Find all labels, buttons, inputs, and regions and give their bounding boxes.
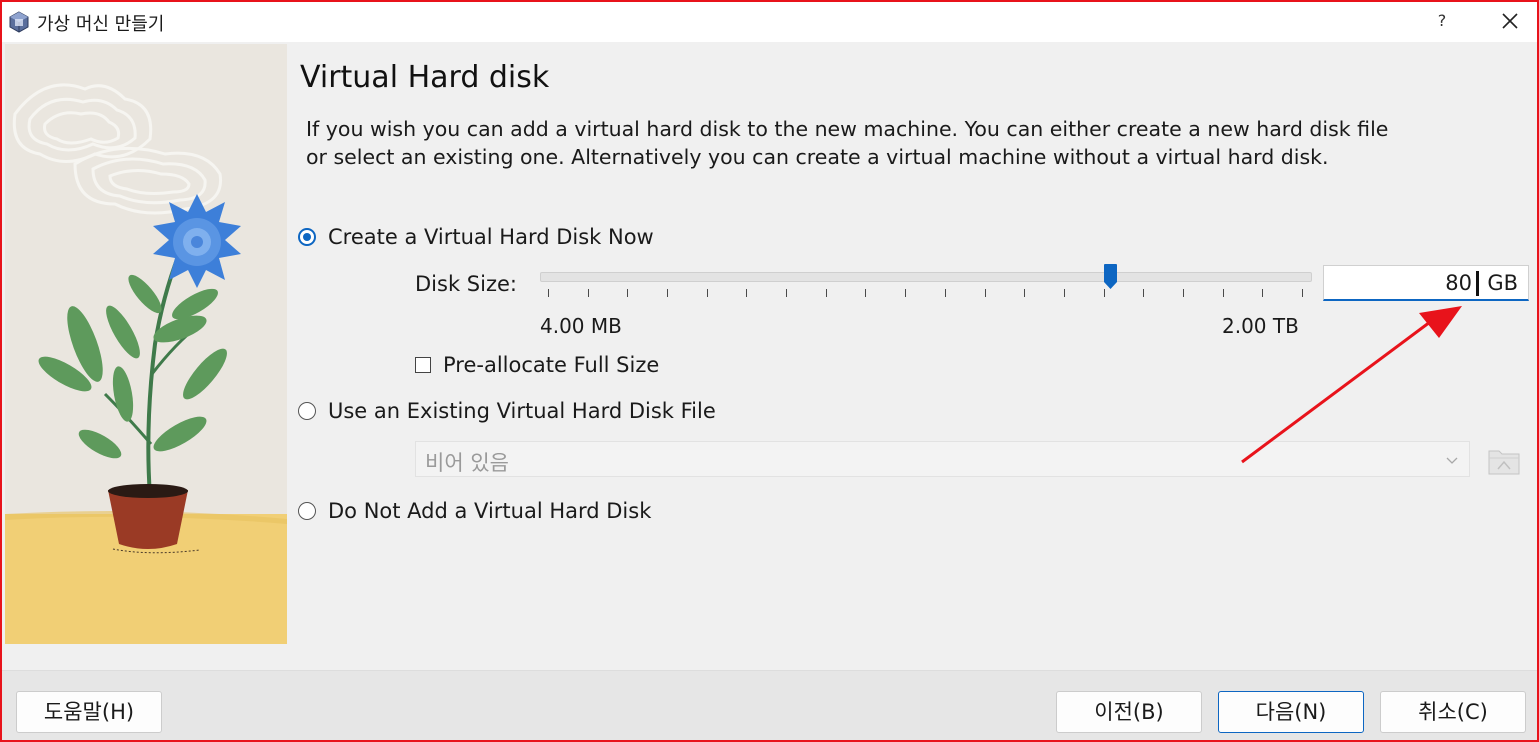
slider-tick <box>667 289 669 297</box>
slider-tick <box>1182 289 1184 297</box>
page-title: Virtual Hard disk <box>300 60 550 95</box>
close-button[interactable] <box>1492 4 1528 38</box>
close-icon <box>1502 13 1518 29</box>
slider-tick <box>587 289 589 297</box>
chevron-down-icon <box>1446 457 1458 464</box>
slider-tick <box>1302 289 1303 297</box>
preallocate-option[interactable]: Pre-allocate Full Size <box>415 353 659 377</box>
disk-size-unit: GB <box>1487 271 1518 295</box>
existing-disk-dropdown[interactable]: 비어 있음 <box>415 441 1470 477</box>
radio-button-selected[interactable] <box>298 228 316 246</box>
slider-tick <box>548 289 549 297</box>
slider-tick <box>1222 289 1224 297</box>
cancel-button[interactable]: 취소(C) <box>1380 691 1526 733</box>
slider-tick <box>706 289 708 297</box>
disk-size-slider-ticks <box>540 289 1310 299</box>
window-title: 가상 머신 만들기 <box>37 14 165 35</box>
slider-tick <box>746 289 748 297</box>
back-button[interactable]: 이전(B) <box>1056 691 1202 733</box>
slider-tick <box>1063 289 1065 297</box>
disk-size-label: Disk Size: <box>415 272 517 296</box>
existing-disk-selected: 비어 있음 <box>425 451 509 475</box>
disk-size-value: 80 <box>1445 271 1472 295</box>
preallocate-label: Pre-allocate Full Size <box>443 353 660 377</box>
disk-size-slider-handle[interactable] <box>1103 264 1117 290</box>
button-bar: 도움말(H) 이전(B) 다음(N) 취소(C) <box>2 670 1537 740</box>
slider-tick <box>865 289 867 297</box>
slider-tick <box>786 289 788 297</box>
disk-size-input[interactable]: 80 GB <box>1323 265 1529 301</box>
option-create-disk-now[interactable]: Create a Virtual Hard Disk Now <box>298 222 654 252</box>
next-button[interactable]: 다음(N) <box>1218 691 1364 733</box>
slider-tick <box>825 289 827 297</box>
wizard-illustration <box>5 44 287 644</box>
page-description: If you wish you can add a virtual hard d… <box>306 117 1389 169</box>
option-use-existing-disk[interactable]: Use an Existing Virtual Hard Disk File <box>298 396 716 426</box>
slider-tick <box>1024 289 1026 297</box>
disk-size-slider-track[interactable] <box>540 272 1312 282</box>
slider-tick <box>944 289 946 297</box>
slider-tick <box>1143 289 1145 297</box>
virtualbox-icon <box>9 11 29 33</box>
slider-tick <box>984 289 986 297</box>
slider-tick <box>1103 289 1105 297</box>
slider-tick <box>1262 289 1264 297</box>
slider-tick <box>905 289 907 297</box>
title-bar: 가상 머신 만들기 ? <box>2 2 1537 42</box>
folder-icon[interactable] <box>1486 442 1522 478</box>
radio-button[interactable] <box>298 402 316 420</box>
text-caret <box>1476 271 1479 296</box>
option-create-label: Create a Virtual Hard Disk Now <box>328 225 654 249</box>
option-do-not-add-disk[interactable]: Do Not Add a Virtual Hard Disk <box>298 496 651 526</box>
disk-size-min-label: 4.00 MB <box>540 314 622 338</box>
option-no-disk-label: Do Not Add a Virtual Hard Disk <box>328 499 652 523</box>
disk-size-max-label: 2.00 TB <box>1222 314 1299 338</box>
radio-button[interactable] <box>298 502 316 520</box>
option-existing-label: Use an Existing Virtual Hard Disk File <box>328 399 716 423</box>
help-button-titlebar[interactable]: ? <box>1426 4 1458 38</box>
create-vm-dialog: 가상 머신 만들기 ? Virtual Hard disk If you wis… <box>0 0 1539 742</box>
help-button[interactable]: 도움말(H) <box>16 691 162 733</box>
preallocate-checkbox[interactable] <box>415 357 431 373</box>
slider-tick <box>627 289 629 297</box>
